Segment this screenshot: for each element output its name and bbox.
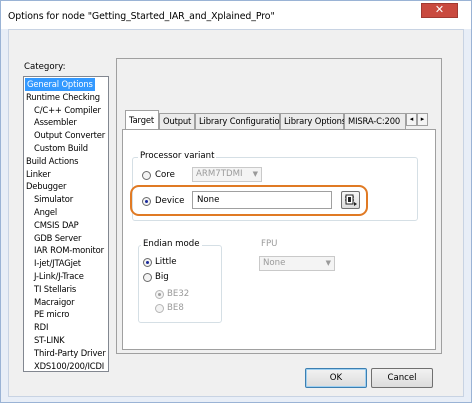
little-endian-label: Little [155,257,177,267]
category-item[interactable]: J-Link/J-Trace [34,270,84,283]
category-item[interactable]: Output Converter [34,129,105,142]
device-label: Device [155,196,185,206]
category-item[interactable]: TI Stellaris [34,283,76,296]
chevron-right-icon: ▸ [420,115,425,123]
tab-misra-c[interactable]: MISRA-C:200 [344,113,406,129]
window-title: Options for node "Getting_Started_IAR_an… [8,11,275,22]
be32-radio[interactable] [155,290,164,299]
fpu-value: None [263,258,286,268]
chevron-left-icon: ◂ [409,115,414,123]
device-field[interactable]: None [192,191,332,209]
category-list[interactable]: General Options Runtime Checking C/C++ Com… [23,76,109,372]
device-value: None [197,195,220,205]
close-icon: ✕ [434,3,445,16]
device-radio[interactable] [142,197,151,206]
category-item[interactable]: Debugger [26,180,66,193]
core-radio[interactable] [142,171,151,180]
category-item[interactable]: CMSIS DAP [34,219,79,232]
category-item[interactable]: Runtime Checking [26,91,100,104]
device-select-icon [345,194,357,206]
category-item[interactable]: General Options [25,78,95,91]
category-item[interactable]: IAR ROM-monitor [34,244,104,257]
be8-label: BE8 [167,303,184,313]
little-endian-radio[interactable] [143,258,152,267]
category-item[interactable]: Assembler [34,116,77,129]
ok-button[interactable]: OK [305,368,367,388]
close-button[interactable]: ✕ [421,3,458,18]
category-item[interactable]: XDS100/200/ICDI [34,360,104,373]
category-item[interactable]: Build Actions [26,155,78,168]
processor-variant-title: Processor variant [138,151,217,161]
category-item[interactable]: C/C++ Compiler [34,104,101,117]
be32-label: BE32 [167,289,190,299]
big-endian-label: Big [155,272,169,282]
core-label: Core [155,170,175,180]
category-item[interactable]: I-jet/JTAGjet [34,257,81,270]
tab-scroll-right-button[interactable]: ▸ [417,113,428,126]
tab-library-options[interactable]: Library Options [280,113,346,129]
category-label: Category: [24,62,66,72]
fpu-label: FPU [261,239,278,249]
device-select-button[interactable] [341,191,360,209]
be8-radio[interactable] [155,304,164,313]
category-item[interactable]: Macraigor [34,296,75,309]
category-item[interactable]: RDI [34,321,48,334]
core-value: ARM7TDMI [196,169,243,179]
category-item[interactable]: ST-LINK [34,334,65,347]
core-dropdown[interactable]: ARM7TDMI ▼ [192,167,262,182]
tab-output[interactable]: Output [159,113,195,129]
chevron-down-icon: ▼ [252,170,258,178]
fpu-dropdown[interactable]: None ▼ [259,256,335,271]
category-item[interactable]: Third-Party Driver [34,347,106,360]
tab-scroll-left-button[interactable]: ◂ [406,113,417,126]
category-item[interactable]: Linker [26,168,51,181]
category-item[interactable]: Custom Build [34,142,88,155]
chevron-down-icon: ▼ [325,259,331,267]
tab-target[interactable]: Target [125,110,159,130]
category-item[interactable]: GDB Server [34,232,81,245]
tab-library-configuration[interactable]: Library Configuration [195,113,285,129]
big-endian-radio[interactable] [143,273,152,282]
category-item[interactable]: Angel [34,206,57,219]
category-item[interactable]: Simulator [34,193,73,206]
endian-mode-title: Endian mode [141,239,202,249]
category-item[interactable]: PE micro [34,308,69,321]
cancel-button[interactable]: Cancel [371,368,433,388]
